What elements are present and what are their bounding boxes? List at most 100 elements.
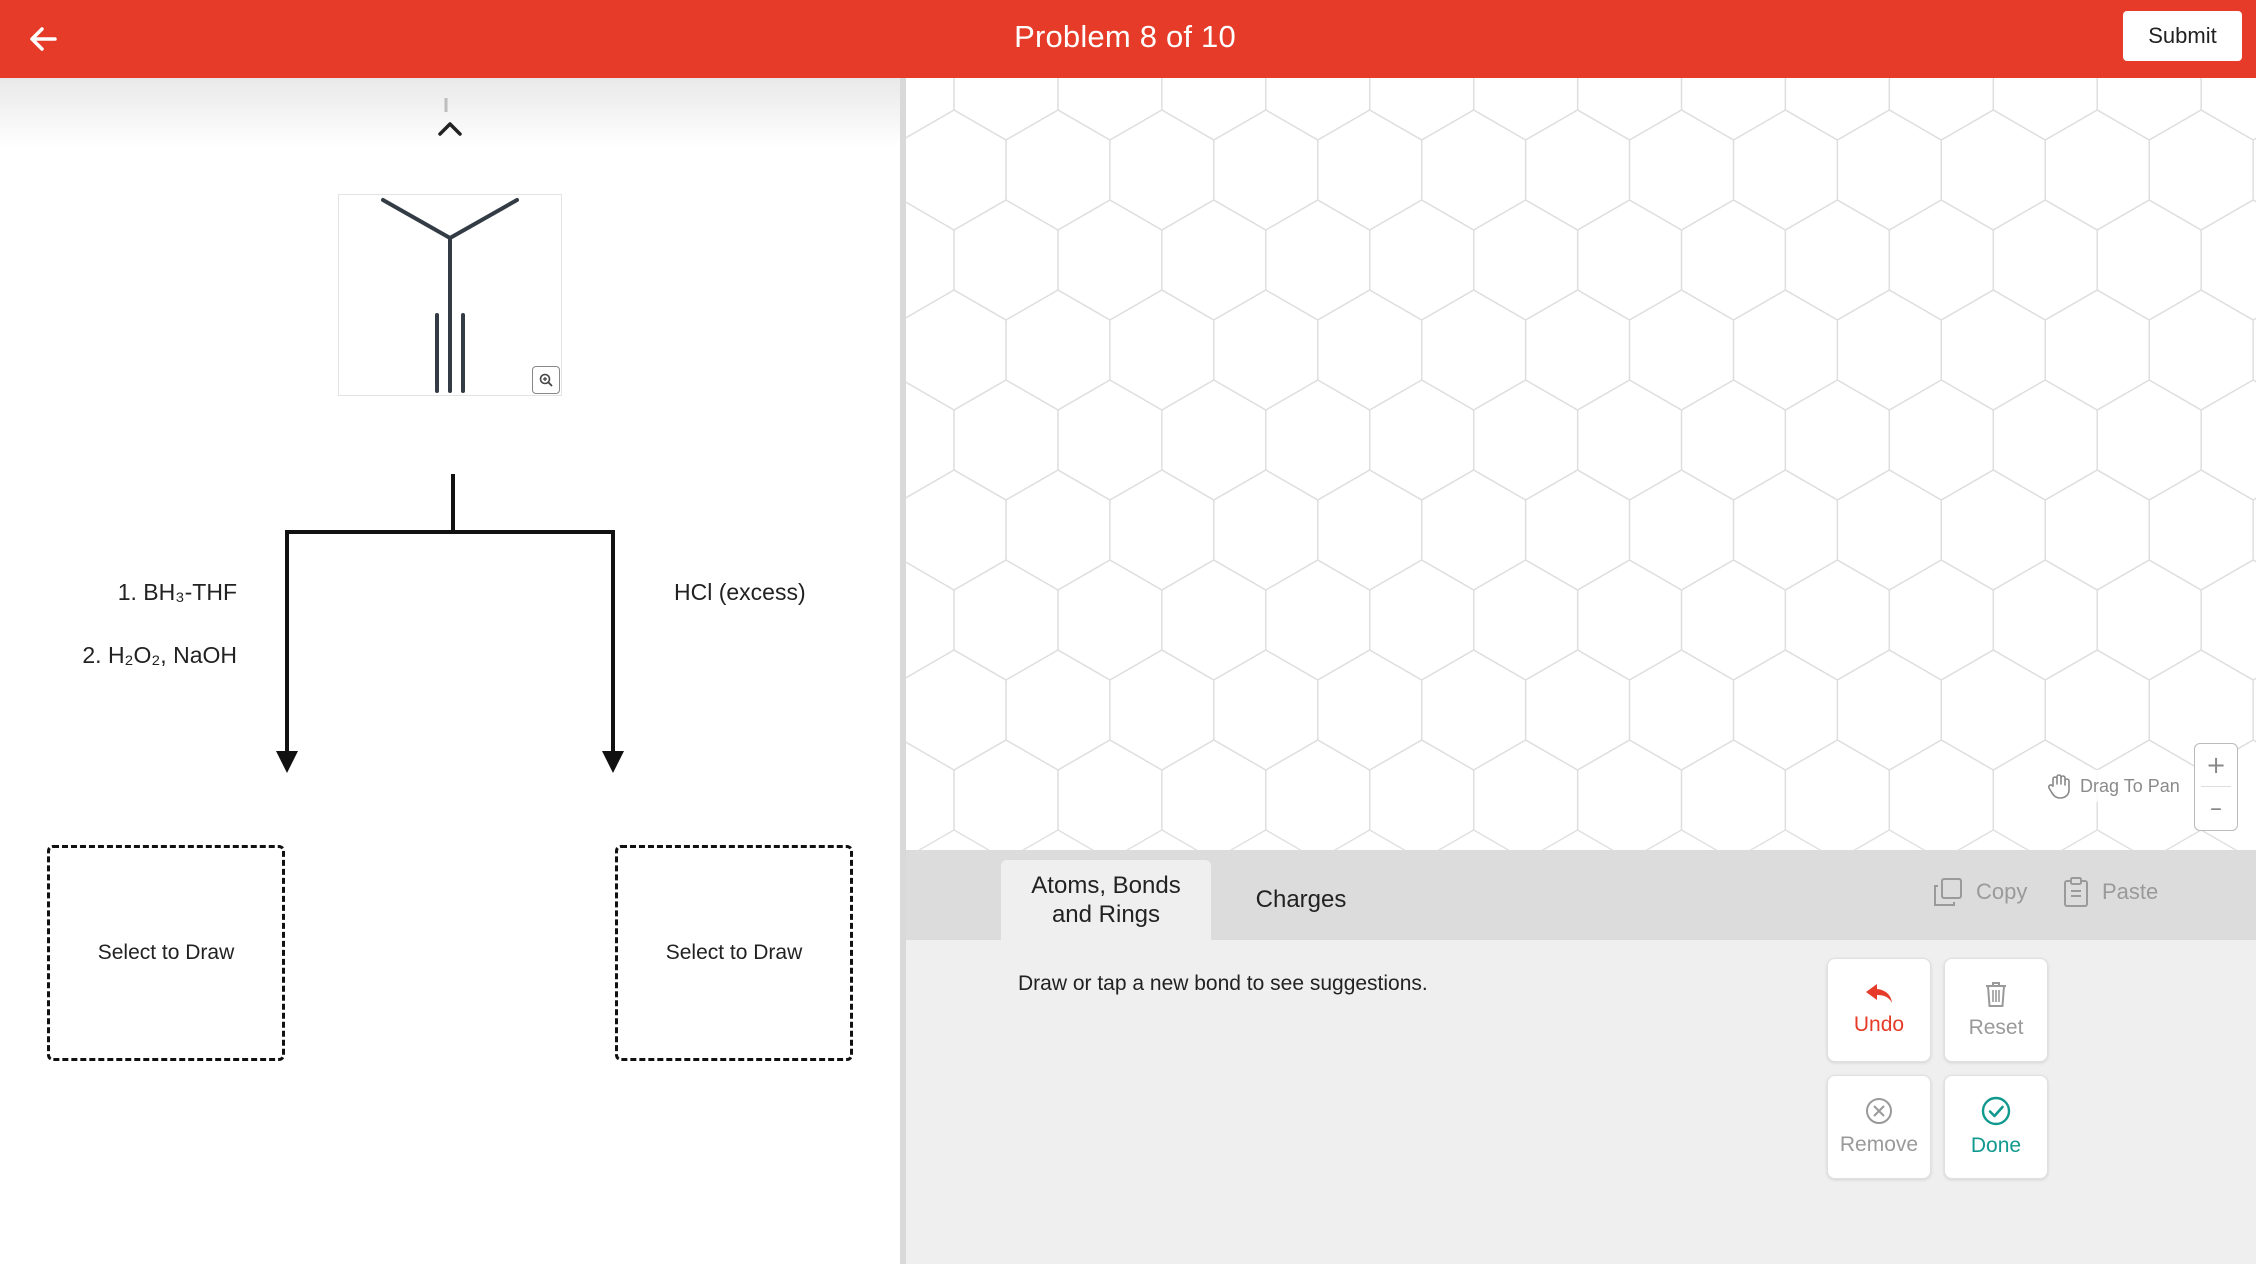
zoom-out-button[interactable]: – — [2195, 787, 2237, 829]
tab-label: Charges — [1255, 886, 1347, 913]
hex-cell — [1888, 78, 1994, 141]
hex-cell — [2096, 559, 2202, 681]
product-draw-box-right[interactable]: Select to Draw — [615, 845, 853, 1061]
hex-cell — [1161, 739, 1267, 850]
hex-cell — [1732, 649, 1839, 771]
hex-cell — [1732, 109, 1839, 231]
tool-panel: Atoms, Bonds and Rings Charges Copy Past… — [906, 850, 2256, 1264]
hex-cell — [953, 379, 1059, 501]
hex-cell — [1057, 379, 1163, 501]
hex-cell — [2044, 109, 2150, 231]
hex-cell — [1109, 289, 1215, 411]
hex-cell — [1213, 289, 1319, 411]
hex-cell — [1057, 739, 1163, 850]
hex-cell — [2148, 109, 2254, 231]
arrowhead-right — [602, 751, 624, 773]
drag-to-pan-hint: Drag To Pan — [2042, 770, 2184, 802]
hex-cell — [1265, 739, 1371, 850]
hex-cell — [1524, 289, 1631, 411]
remove-label: Remove — [1839, 1133, 1919, 1156]
hex-cell — [906, 381, 955, 499]
hex-cell — [1109, 109, 1215, 231]
reset-button[interactable]: Reset — [1944, 958, 2048, 1062]
hex-cell — [2096, 78, 2202, 141]
hex-cell — [1421, 649, 1527, 771]
copy-button[interactable]: Copy — [1932, 876, 2027, 908]
hex-cell — [1161, 559, 1267, 681]
hex-cell — [1213, 469, 1319, 591]
hex-cell — [1317, 109, 1423, 231]
tab-atoms-bonds-rings[interactable]: Atoms, Bonds and Rings — [1001, 860, 1211, 940]
hex-cell — [1473, 559, 1579, 681]
hex-cell — [1680, 78, 1787, 141]
hex-cell — [2044, 289, 2150, 411]
hex-cell — [1680, 379, 1787, 501]
zoom-in-button[interactable]: + — [2195, 744, 2237, 786]
hex-cell — [953, 78, 1059, 141]
hex-cell — [2148, 469, 2254, 591]
hex-cell — [1369, 559, 1475, 681]
hex-cell — [1369, 739, 1475, 850]
hex-cell — [906, 741, 955, 850]
hex-cell — [1940, 469, 2046, 591]
copy-label: Copy — [1976, 879, 2028, 904]
tab-label: Atoms, Bonds and Rings — [1031, 872, 1181, 928]
hex-cell — [1473, 739, 1579, 850]
hex-cell — [1317, 649, 1423, 771]
copy-icon — [1934, 878, 1962, 906]
reagent-step-1: 1. BH₃-THF — [117, 579, 237, 605]
hex-cell — [2044, 649, 2150, 771]
hex-cell — [1576, 559, 1683, 681]
hex-cell — [1317, 289, 1423, 411]
hex-cell — [1213, 649, 1319, 771]
hex-cell — [1265, 199, 1371, 321]
drag-to-pan-label: Drag To Pan — [2080, 775, 2180, 796]
hex-cell — [906, 649, 1007, 771]
check-circle-icon — [1981, 1096, 2011, 1126]
done-button[interactable]: Done — [1944, 1075, 2048, 1179]
hex-cell — [1265, 78, 1371, 141]
hex-cell — [1576, 379, 1683, 501]
submit-button[interactable]: Submit — [2123, 11, 2242, 61]
hex-cell — [1836, 649, 1942, 771]
remove-button[interactable]: Remove — [1827, 1075, 1931, 1179]
hex-cell — [1628, 469, 1735, 591]
paste-button[interactable]: Paste — [2062, 876, 2158, 908]
tab-charges[interactable]: Charges — [1236, 860, 1366, 940]
hex-cell — [2096, 199, 2202, 321]
undo-button[interactable]: Undo — [1827, 958, 1931, 1062]
zoom-control: + – — [2194, 743, 2238, 831]
hex-cell — [1109, 469, 1215, 591]
hex-cell — [1784, 379, 1890, 501]
hex-cell — [1369, 78, 1475, 141]
undo-label: Undo — [1853, 1013, 1905, 1036]
problem-panel: 1. BH₃-THF 2. H₂O₂, NaOH HCl (excess) Se… — [0, 78, 900, 1264]
hex-cell — [1005, 109, 1111, 231]
hex-cell — [1265, 379, 1371, 501]
hex-cell — [2200, 78, 2256, 141]
undo-icon — [1866, 984, 1892, 1003]
drawing-canvas[interactable]: Drag To Pan + – — [906, 78, 2256, 850]
top-bar: Problem 8 of 10 Submit — [0, 0, 2256, 78]
reaction-arrows — [276, 474, 624, 773]
hex-cell — [2200, 379, 2256, 501]
hex-cell — [1161, 199, 1267, 321]
hex-cell — [1524, 649, 1631, 771]
product-draw-box-left[interactable]: Select to Draw — [47, 845, 285, 1061]
trash-icon — [1986, 982, 2006, 1007]
hex-cell — [1473, 78, 1579, 141]
draw-box-label: Select to Draw — [97, 941, 235, 964]
reagent-right: HCl (excess) — [674, 579, 806, 605]
hex-cell — [1680, 739, 1787, 850]
hex-cell — [1576, 199, 1683, 321]
hex-cell — [1057, 559, 1163, 681]
hex-cell — [2200, 559, 2256, 681]
hex-cell — [1161, 379, 1267, 501]
hex-cell — [1057, 199, 1163, 321]
hex-cell — [1784, 199, 1890, 321]
hex-cell — [1473, 199, 1579, 321]
hex-cell — [1317, 469, 1423, 591]
hex-cell — [1161, 78, 1267, 141]
remove-circle-icon — [1866, 1098, 1892, 1124]
hex-grid — [906, 78, 2256, 850]
